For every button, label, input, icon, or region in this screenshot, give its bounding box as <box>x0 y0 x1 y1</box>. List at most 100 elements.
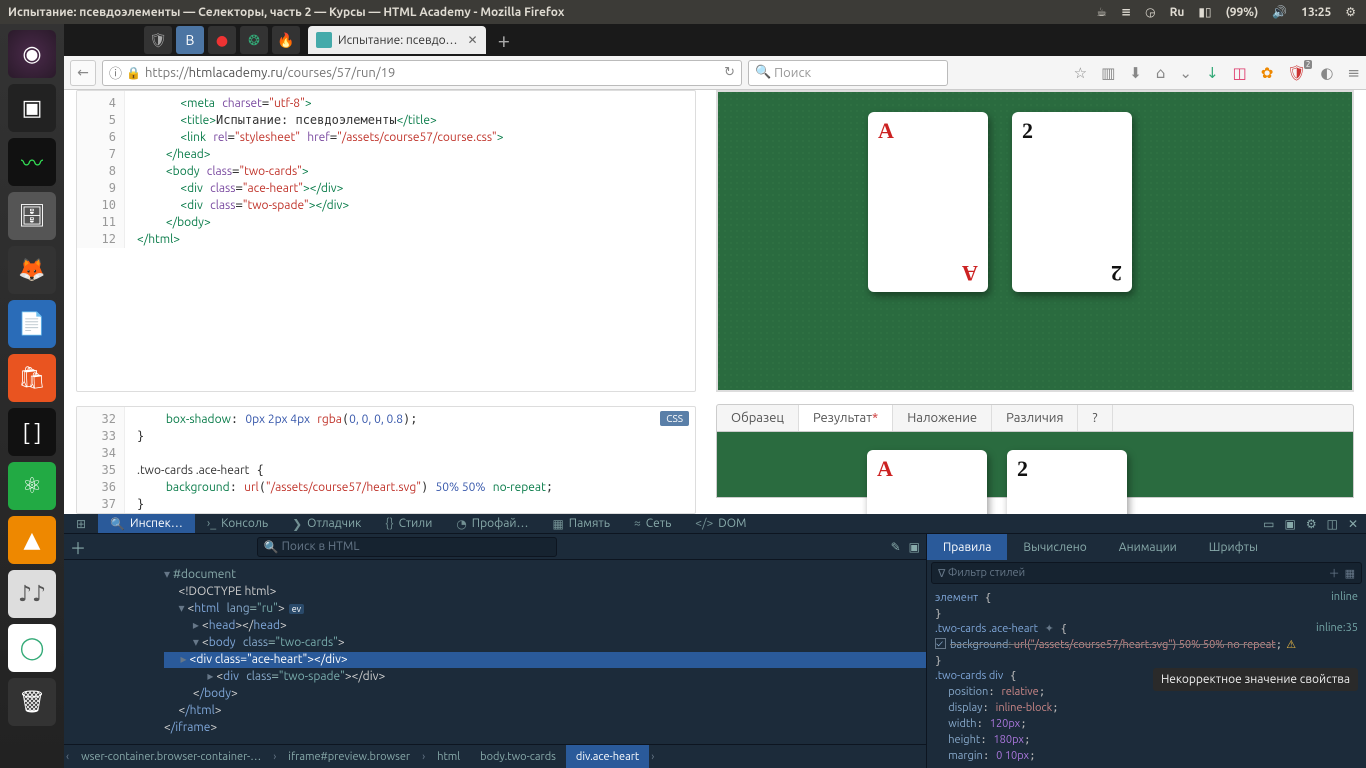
app-icon[interactable]: ◯ <box>8 624 56 672</box>
devtools-picker[interactable]: ⊞ <box>64 514 98 533</box>
caffeine-icon[interactable]: ☕ <box>1096 5 1107 19</box>
clock[interactable]: 13:25 <box>1301 6 1331 19</box>
breadcrumb-item[interactable]: iframe#preview.browser <box>278 745 420 768</box>
library-icon[interactable]: ▥ <box>1101 64 1115 82</box>
addon3-icon[interactable]: ✿ <box>1261 64 1274 82</box>
devtools-tab-profiler[interactable]: ◔Профай… <box>444 514 540 533</box>
tab-icon-green[interactable]: ❂ <box>240 26 268 54</box>
vlc-icon[interactable]: ▲ <box>8 516 56 564</box>
breadcrumb-item-active[interactable]: div.ace-heart <box>566 745 649 768</box>
download-icon[interactable]: ⬇ <box>1129 64 1142 82</box>
edit-html-icon[interactable]: ✎ <box>891 540 901 554</box>
devtools-settings-icon[interactable]: ⚙ <box>1306 517 1317 531</box>
breadcrumb-item[interactable]: html <box>427 745 470 768</box>
atom-icon[interactable]: ⚛ <box>8 462 56 510</box>
devtools-dock-icon[interactable]: ◫ <box>1327 517 1338 531</box>
active-tab[interactable]: Испытание: псевдо… ✕ <box>308 26 486 54</box>
eyedropper-icon[interactable]: ▣ <box>909 540 920 554</box>
search-input[interactable]: 🔍 Поиск <box>748 60 948 86</box>
keyboard-layout[interactable]: Ru <box>1170 6 1185 19</box>
animations-tab[interactable]: Анимации <box>1103 534 1193 560</box>
css-gutter: 323334353637 <box>77 407 125 513</box>
breadcrumb-prev-icon[interactable]: ‹ <box>64 751 71 763</box>
devtools-tab-memory[interactable]: ▦Память <box>540 514 622 533</box>
battery-icon[interactable]: ▮▯ <box>1198 5 1211 19</box>
devtools-dom-tree[interactable]: ▾#document <!DOCTYPE html> ▾<html lang="… <box>64 560 926 744</box>
devtools-rules-tabs: Правила Вычислено Анимации Шрифты <box>927 534 1366 560</box>
firefox-icon[interactable]: 🦊 <box>8 246 56 294</box>
devtools-iframe-icon[interactable]: ▭ <box>1263 517 1274 531</box>
preview-tab-result[interactable]: Результат* <box>799 405 893 431</box>
close-tab-icon[interactable]: ✕ <box>468 33 478 47</box>
devtools-tab-network[interactable]: ≈Сеть <box>622 514 683 533</box>
devtools-tab-debugger[interactable]: ❯Отладчик <box>280 514 373 533</box>
breadcrumb-item[interactable]: body.two-cards <box>470 745 566 768</box>
info-icon[interactable]: ⓘ <box>109 63 122 82</box>
tab-icon-flame[interactable]: 🔥 <box>272 26 300 54</box>
settings-icon[interactable]: ⚙ <box>1345 5 1356 19</box>
new-tab-button[interactable]: + <box>498 28 510 53</box>
home-icon[interactable]: ⌂ <box>1156 64 1166 82</box>
devtools-toolbar: ＋ 🔍 Поиск в HTML ✎ ▣ <box>64 534 926 560</box>
html-editor[interactable]: 456789101112 <meta charset="utf-8"> <tit… <box>76 90 696 392</box>
add-rule-icon[interactable]: ＋ ▦ <box>1329 565 1355 581</box>
css-editor[interactable]: CSS 323334353637 box-shadow: 0px 2px 4px… <box>76 406 696 514</box>
favicon-icon <box>316 32 332 48</box>
devtools-tab-console[interactable]: ›_Консоль <box>195 514 280 533</box>
search-icon: 🔍 <box>264 540 282 554</box>
addon4-icon[interactable]: ◐ <box>1320 64 1333 82</box>
devtools-tabs: ⊞ 🔍Инспек… ›_Консоль ❯Отладчик {}Стили ◔… <box>64 514 1366 534</box>
devtools-close-icon[interactable]: ✕ <box>1348 517 1358 531</box>
devtools-tab-dom[interactable]: </>DOM <box>683 514 758 533</box>
system-monitor-icon[interactable]: 〰 <box>8 138 56 186</box>
add-element-icon[interactable]: ＋ <box>70 535 86 559</box>
volume-icon[interactable]: 🔊 <box>1272 5 1287 19</box>
devtools-tab-styles[interactable]: {}Стили <box>373 514 444 533</box>
unity-launcher: ◉ ▣ 〰 🗄 🦊 📄 🛍 [ ] ⚛ ▲ ♪♪ ◯ 🗑 <box>0 24 64 768</box>
warning-icon[interactable]: ⚠ <box>1286 639 1296 651</box>
preview-tab-overlay[interactable]: Наложение <box>893 405 992 431</box>
trash-icon[interactable]: 🗑 <box>8 678 56 726</box>
tab-icon-vk[interactable]: B <box>176 26 204 54</box>
back-button[interactable]: ← <box>70 60 96 86</box>
breadcrumb-next-icon[interactable]: › <box>649 751 656 763</box>
ublock-icon[interactable]: 🛡2 <box>1287 64 1306 82</box>
pocket-icon[interactable]: ⌄ <box>1179 64 1192 82</box>
files-icon[interactable]: 🗄 <box>8 192 56 240</box>
css-code[interactable]: box-shadow: 0px 2px 4px rgba(0, 0, 0, 0.… <box>129 407 695 514</box>
addon2-icon[interactable]: ◫ <box>1233 64 1247 82</box>
window-title: Испытание: псевдоэлементы — Селекторы, ч… <box>8 6 564 19</box>
url-input[interactable]: ⓘ 🔒 https://htmlacademy.ru/courses/57/ru… <box>102 60 742 86</box>
html-code[interactable]: <meta charset="utf-8"> <title>Испытание:… <box>129 91 695 252</box>
reload-icon[interactable]: ↻ <box>724 65 735 80</box>
preview-tab-diff[interactable]: Различия <box>992 405 1078 431</box>
terminal-icon[interactable]: ▣ <box>8 84 56 132</box>
preview-tab-help[interactable]: ? <box>1078 405 1112 431</box>
sound-settings-icon[interactable]: ♪♪ <box>8 570 56 618</box>
bookmark-star-icon[interactable]: ☆ <box>1074 64 1087 82</box>
fonts-tab[interactable]: Шрифты <box>1193 534 1274 560</box>
rules-tab[interactable]: Правила <box>927 534 1007 560</box>
browser-tabstrip: 🛡 B ● ❂ 🔥 Испытание: псевдо… ✕ + <box>64 24 1366 56</box>
menu-icon[interactable]: ≡ <box>1121 5 1131 19</box>
addon1-icon[interactable]: ↓ <box>1206 64 1219 82</box>
ubuntu-dash-icon[interactable]: ◉ <box>8 30 56 78</box>
computed-tab[interactable]: Вычислено <box>1007 534 1102 560</box>
breadcrumb-item[interactable]: wser-container.browser-container-… <box>71 745 271 768</box>
css-rules-pane[interactable]: элемент {inline } .two-cards .ace-heart … <box>927 586 1366 768</box>
devtools-tab-inspector[interactable]: 🔍Инспек… <box>98 514 195 533</box>
brackets-icon[interactable]: [ ] <box>8 408 56 456</box>
wifi-icon[interactable]: ◶ <box>1145 5 1155 19</box>
software-icon[interactable]: 🛍 <box>8 354 56 402</box>
tab-icon-record[interactable]: ● <box>208 26 236 54</box>
tab-icon-shield[interactable]: 🛡 <box>144 26 172 54</box>
rule-checkbox[interactable] <box>935 638 946 649</box>
preview-tab-sample[interactable]: Образец <box>717 405 799 431</box>
rules-filter-input[interactable]: ∇ Фильтр стилей ＋ ▦ <box>931 562 1362 584</box>
page-content: 456789101112 <meta charset="utf-8"> <tit… <box>64 90 1366 514</box>
card-two-spade: 2 2 <box>1012 112 1132 292</box>
devtools-html-search[interactable]: 🔍 Поиск в HTML <box>257 537 557 557</box>
writer-icon[interactable]: 📄 <box>8 300 56 348</box>
hamburger-menu-icon[interactable]: ≡ <box>1347 64 1360 82</box>
devtools-responsive-icon[interactable]: ▣ <box>1284 517 1295 531</box>
